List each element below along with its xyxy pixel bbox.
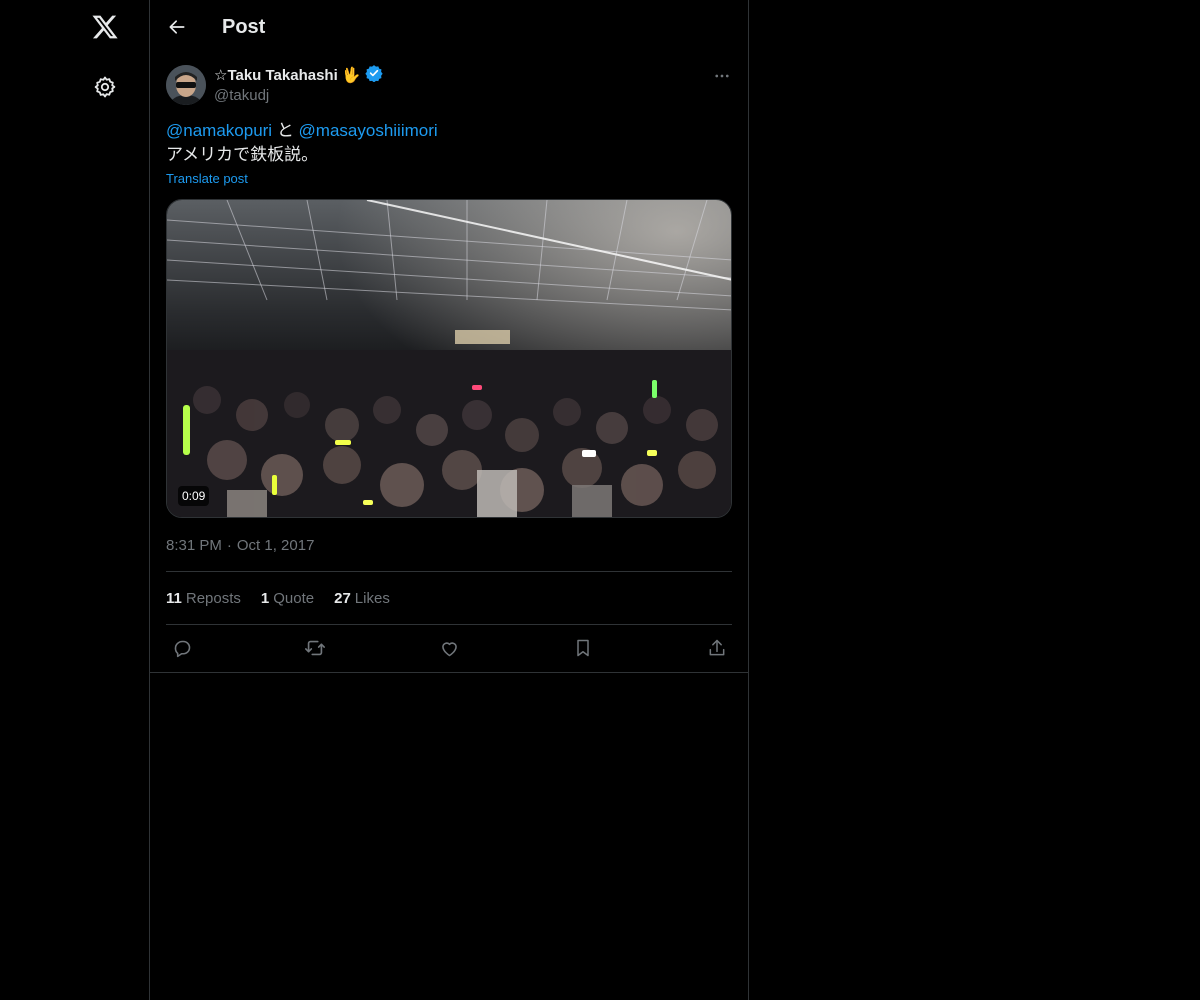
bookmark-icon[interactable] bbox=[567, 632, 599, 664]
avatar[interactable] bbox=[166, 65, 206, 105]
verified-badge-icon bbox=[364, 64, 383, 88]
more-options-icon[interactable] bbox=[706, 62, 738, 90]
arrow-left-icon[interactable] bbox=[159, 9, 195, 45]
gear-icon[interactable] bbox=[82, 64, 128, 110]
likes-label: Likes bbox=[354, 590, 390, 607]
author-name[interactable]: ☆Taku Takahashi 🖖 bbox=[214, 64, 383, 88]
mention-link[interactable]: @namakopuri bbox=[166, 121, 272, 140]
post-date: Oct 1, 2017 bbox=[236, 537, 315, 554]
heart-icon[interactable] bbox=[433, 632, 465, 664]
post-text-line-1: @namakopuri と @masayoshiiimori bbox=[166, 119, 732, 143]
author-name-text: ☆Taku Takahashi 🖖 bbox=[214, 67, 361, 84]
post-text: @namakopuri と @masayoshiiimori アメリカで鉄板説。 bbox=[166, 119, 732, 167]
divider bbox=[166, 571, 732, 572]
post-stats: 11 Reposts 1 Quote 27 Likes bbox=[166, 589, 390, 609]
divider bbox=[166, 624, 732, 625]
post-text-line-2: アメリカで鉄板説。 bbox=[166, 145, 319, 164]
post-timestamp[interactable]: 8:31 PM · Oct 1, 2017 bbox=[166, 536, 314, 556]
reposts-stat[interactable]: 11 Reposts bbox=[166, 589, 241, 609]
quotes-stat[interactable]: 1 Quote bbox=[261, 589, 314, 609]
likes-stat[interactable]: 27 Likes bbox=[334, 589, 390, 609]
video-player[interactable]: 0:09 bbox=[166, 199, 732, 518]
page-title: Post bbox=[222, 16, 266, 38]
repost-icon[interactable] bbox=[299, 632, 331, 664]
post-text-connector: と bbox=[272, 121, 299, 140]
post-time: 8:31 PM bbox=[166, 537, 222, 554]
x-logo-icon[interactable] bbox=[82, 4, 128, 50]
post-detail-column: Post ☆Taku Takahashi 🖖 @takudj @namakopu bbox=[150, 0, 749, 1000]
timestamp-separator: · bbox=[226, 537, 232, 554]
page-header: Post bbox=[150, 0, 748, 54]
translate-post-link[interactable]: Translate post bbox=[166, 170, 248, 188]
reposts-count: 11 bbox=[166, 590, 182, 607]
quotes-label: Quote bbox=[273, 590, 315, 607]
video-thumbnail bbox=[167, 200, 731, 517]
left-navigation bbox=[0, 0, 150, 1000]
quotes-count: 1 bbox=[260, 590, 270, 607]
author-handle[interactable]: @takudj bbox=[214, 86, 269, 106]
post-bottom-border bbox=[150, 672, 748, 673]
video-duration: 0:09 bbox=[178, 486, 210, 506]
reply-icon[interactable] bbox=[166, 632, 198, 664]
share-icon[interactable] bbox=[701, 632, 733, 664]
reposts-label: Reposts bbox=[185, 590, 241, 607]
likes-count: 27 bbox=[334, 590, 351, 607]
post-actions bbox=[166, 632, 732, 664]
mention-link[interactable]: @masayoshiiimori bbox=[299, 121, 438, 140]
